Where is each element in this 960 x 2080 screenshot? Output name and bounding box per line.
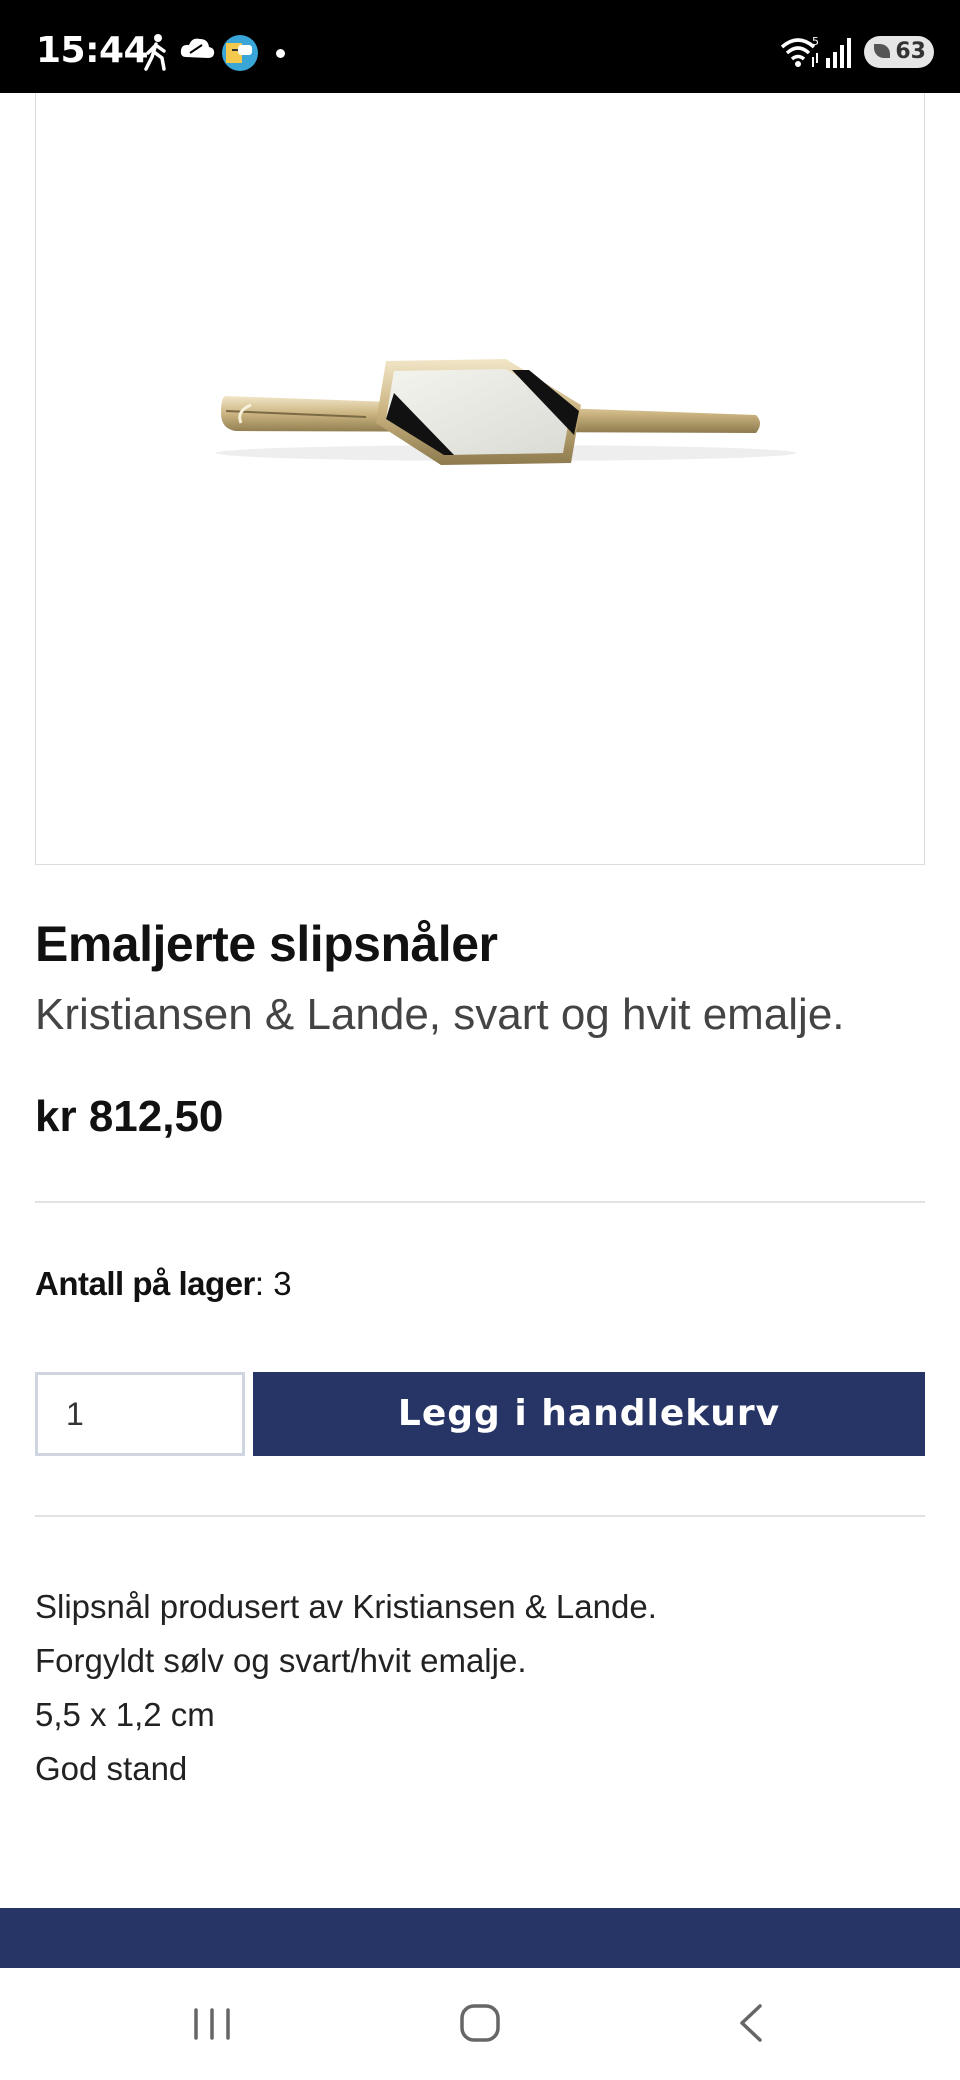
description-line: Forgyldt sølv og svart/hvit emalje.: [35, 1642, 527, 1679]
add-to-cart-button[interactable]: Legg i handlekurv: [253, 1372, 925, 1456]
quantity-input[interactable]: 1: [35, 1372, 245, 1456]
cloud-icon: [180, 38, 215, 58]
product-title: Emaljerte slipsnåler: [35, 916, 498, 972]
stock-label: Antall på lager: [35, 1265, 255, 1302]
product-image-frame[interactable]: [35, 93, 925, 865]
stock-value: : 3: [254, 1265, 292, 1302]
divider: [35, 1201, 925, 1203]
signal-icon: [826, 38, 851, 68]
app-badge-icon: [222, 35, 258, 71]
product-description: Slipsnål produsert av Kristiansen & Land…: [35, 1580, 657, 1796]
description-line: Slipsnål produsert av Kristiansen & Land…: [35, 1588, 657, 1625]
battery-level: 63: [895, 39, 926, 64]
leaf-icon: [874, 44, 890, 58]
recents-icon[interactable]: [182, 1998, 242, 2048]
description-line: God stand: [35, 1750, 188, 1787]
wifi-icon: 5: [780, 35, 819, 67]
navigation-bar: [0, 1968, 960, 2080]
status-bar: 15:44 5 63: [0, 0, 960, 93]
home-icon[interactable]: [450, 1998, 510, 2048]
product-subtitle: Kristiansen & Lande, svart og hvit emalj…: [35, 990, 845, 1039]
stock-info: Antall på lager: 3: [35, 1265, 292, 1303]
walking-icon: [144, 34, 166, 71]
back-icon[interactable]: [720, 1998, 780, 2048]
dot-icon: [276, 49, 285, 58]
description-line: 5,5 x 1,2 cm: [35, 1696, 215, 1733]
product-image: [216, 359, 796, 465]
battery-indicator: 63: [864, 36, 934, 68]
status-time: 15:44: [36, 30, 149, 71]
product-price: kr 812,50: [35, 1092, 224, 1141]
svg-text:5: 5: [812, 35, 819, 48]
divider: [35, 1515, 925, 1517]
footer-band: [0, 1908, 960, 1968]
